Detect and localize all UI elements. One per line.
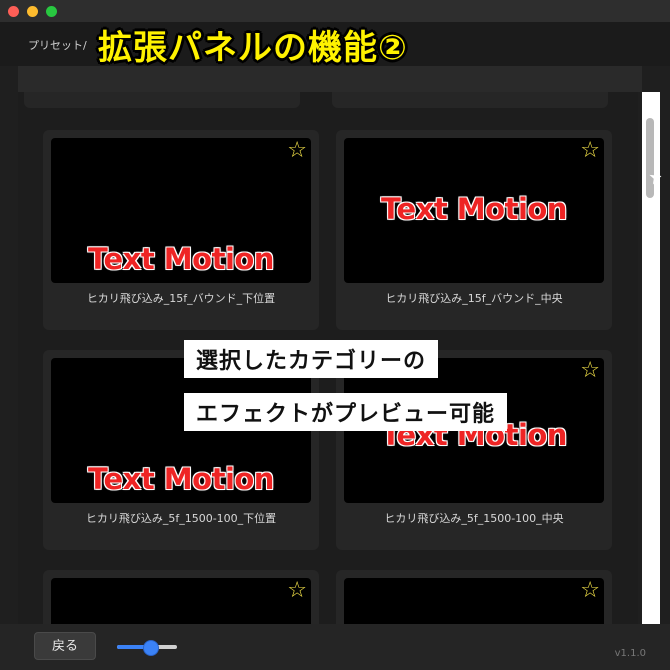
preset-caption: ヒカリ飛び込み_15f_バウンド_下位置	[86, 292, 276, 305]
preset-tab[interactable]: プリセット/	[28, 37, 87, 53]
preset-caption: ヒカリ飛び込み_15f_バウンド_中央	[385, 292, 563, 305]
preset-card[interactable]: ☆	[43, 570, 319, 624]
minimize-window-button[interactable]	[27, 6, 38, 17]
preset-card[interactable]: Text Motion ☆ ヒカリ飛び込み_5f_1500-100_中央	[336, 350, 612, 550]
zoom-slider-handle[interactable]	[143, 640, 159, 656]
preset-card[interactable]: Text Motion ☆ ヒカリ飛び込み_5f_1500-100_下位置	[43, 350, 319, 550]
preset-caption: ヒカリ飛び込み_5f_1500-100_下位置	[85, 512, 277, 525]
preset-thumbnail: Text Motion ☆	[51, 138, 311, 283]
favorite-star-icon[interactable]: ☆	[580, 360, 600, 382]
panel-footer	[0, 624, 670, 670]
preset-card[interactable]: Text Motion ☆ ヒカリ飛び込み_15f_バウンド_中央	[336, 130, 612, 330]
favorite-star-icon[interactable]: ☆	[287, 140, 307, 162]
overlay-caption-line-2: エフェクトがプレビュー可能	[184, 393, 508, 431]
favorite-star-icon[interactable]: ☆	[287, 580, 307, 602]
preset-thumbnail: ☆	[344, 578, 604, 624]
favorite-star-icon[interactable]: ☆	[580, 140, 600, 162]
card-stub	[24, 92, 300, 108]
preset-card[interactable]: Text Motion ☆ ヒカリ飛び込み_15f_バウンド_下位置	[43, 130, 319, 330]
category-strip	[18, 66, 642, 92]
preset-thumbnail: ☆	[51, 578, 311, 624]
overlay-caption-line-1: 選択したカテゴリーの	[184, 340, 439, 378]
close-window-button[interactable]	[8, 6, 19, 17]
card-stub	[332, 92, 608, 108]
back-button[interactable]: 戻る	[34, 632, 96, 660]
thumbnail-text: Text Motion	[381, 192, 567, 226]
version-label: v1.1.0	[614, 648, 646, 659]
thumbnail-text: Text Motion	[88, 242, 274, 276]
favorite-star-icon[interactable]: ☆	[580, 580, 600, 602]
preset-caption: ヒカリ飛び込み_5f_1500-100_中央	[384, 512, 564, 525]
zoom-window-button[interactable]	[46, 6, 57, 17]
preset-card[interactable]: ☆	[336, 570, 612, 624]
window-titlebar	[0, 0, 670, 22]
preset-thumbnail: Text Motion ☆	[344, 138, 604, 283]
headline-caption: 拡張パネルの機能②	[98, 28, 408, 68]
thumbnail-text: Text Motion	[88, 462, 274, 496]
